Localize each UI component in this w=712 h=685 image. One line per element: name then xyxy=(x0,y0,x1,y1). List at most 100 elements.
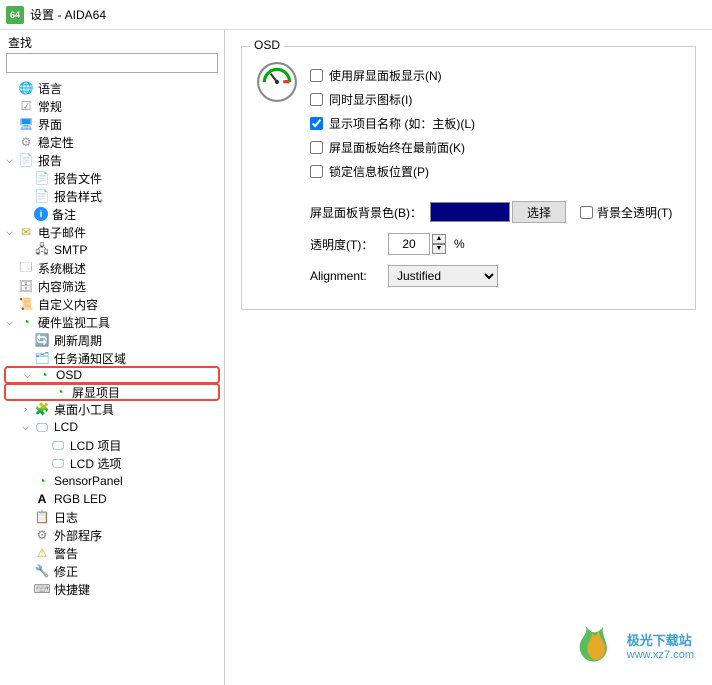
opacity-down[interactable]: ▼ xyxy=(432,244,446,254)
search-input[interactable] xyxy=(6,53,218,73)
tree-item-稳定性[interactable]: ⚙稳定性 xyxy=(4,133,220,151)
server-icon: 🗄 xyxy=(18,278,34,294)
no-expander xyxy=(4,101,15,112)
tree-item-label: RGB LED xyxy=(54,492,220,506)
monitor-icon: 🖥 xyxy=(18,116,34,132)
app-icon: 64 xyxy=(6,6,24,24)
opacity-spinner[interactable]: ▲ ▼ xyxy=(432,234,446,254)
expand-icon[interactable]: › xyxy=(20,404,31,415)
tree-item-修正[interactable]: 🔧修正 xyxy=(4,562,220,580)
tree-item-lcd-选项[interactable]: 🖵LCD 选项 xyxy=(4,454,220,472)
collapse-icon[interactable]: ⌵ xyxy=(20,422,31,433)
tree-item-osd[interactable]: ⌵◔OSD xyxy=(4,366,220,384)
fix-icon: 🔧 xyxy=(34,563,50,579)
tree-item-label: LCD 选项 xyxy=(70,455,220,472)
tree-item-label: 桌面小工具 xyxy=(54,401,220,418)
tree-item-屏显项目[interactable]: ◔屏显项目 xyxy=(4,383,220,401)
opacity-input[interactable] xyxy=(388,233,430,255)
transparent-check-label[interactable]: 背景全透明(T) xyxy=(580,204,672,221)
settings-tree[interactable]: 🌐语言☑常规🖥界面⚙稳定性⌵📄报告📄报告文件📄报告样式i备注⌵✉电子邮件🖧SMT… xyxy=(0,77,224,685)
collapse-icon[interactable]: ⌵ xyxy=(22,370,33,381)
collapse-icon[interactable]: ⌵ xyxy=(4,317,15,328)
panel-icon: ◔ xyxy=(34,473,50,489)
info-icon: i xyxy=(34,207,48,221)
ext-icon: ⚙ xyxy=(34,527,50,543)
tree-item-label: 内容筛选 xyxy=(38,278,220,295)
tree-item-label: 警告 xyxy=(54,545,220,562)
tree-item-自定义内容[interactable]: 📜自定义内容 xyxy=(4,295,220,313)
tree-item-系统概述[interactable]: 🗔系统概述 xyxy=(4,259,220,277)
collapse-icon[interactable]: ⌵ xyxy=(4,155,15,166)
tree-item-界面[interactable]: 🖥界面 xyxy=(4,115,220,133)
no-expander xyxy=(20,584,31,595)
titlebar: 64 设置 - AIDA64 xyxy=(0,0,712,30)
tree-item-lcd-项目[interactable]: 🖵LCD 项目 xyxy=(4,436,220,454)
no-expander xyxy=(20,512,31,523)
tree-item-任务通知区域[interactable]: 🗂任务通知区域 xyxy=(4,349,220,367)
tree-item-label: LCD 项目 xyxy=(70,437,220,454)
lcd-icon: 🖵 xyxy=(50,455,66,471)
osd-checkbox[interactable] xyxy=(310,165,323,178)
tree-item-label: 任务通知区域 xyxy=(54,350,220,367)
tree-item-rgb-led[interactable]: ARGB LED xyxy=(4,490,220,508)
tree-item-备注[interactable]: i 备注 xyxy=(4,205,220,223)
no-expander xyxy=(4,137,15,148)
opacity-up[interactable]: ▲ xyxy=(432,234,446,244)
tree-item-日志[interactable]: 📋日志 xyxy=(4,508,220,526)
osd-check-label: 屏显面板始终在最前面(K) xyxy=(329,139,465,156)
tree-item-label: 硬件监视工具 xyxy=(38,314,220,331)
tree-item-label: 电子邮件 xyxy=(38,224,220,241)
osd-check-row[interactable]: 同时显示图标(I) xyxy=(310,91,683,108)
left-panel: 查找 🌐语言☑常规🖥界面⚙稳定性⌵📄报告📄报告文件📄报告样式i备注⌵✉电子邮件🖧… xyxy=(0,30,225,685)
tree-item-报告[interactable]: ⌵📄报告 xyxy=(4,151,220,169)
task-icon: 🗂 xyxy=(34,350,50,366)
alignment-select[interactable]: Justified xyxy=(388,265,498,287)
tree-item-警告[interactable]: ⚠警告 xyxy=(4,544,220,562)
osd-check-row[interactable]: 显示项目名称 (如：主板)(L) xyxy=(310,115,683,132)
tree-item-label: 快捷键 xyxy=(54,581,220,598)
no-expander xyxy=(20,173,31,184)
tree-item-sensorpanel[interactable]: ◔SensorPanel xyxy=(4,472,220,490)
window-title: 设置 - AIDA64 xyxy=(30,6,106,23)
transparent-checkbox[interactable] xyxy=(580,206,593,219)
tree-item-刷新周期[interactable]: 🔄刷新周期 xyxy=(4,331,220,349)
opacity-label: 透明度(T)： xyxy=(310,236,388,253)
tree-item-快捷键[interactable]: ⌨快捷键 xyxy=(4,580,220,598)
tree-item-label: 自定义内容 xyxy=(38,296,220,313)
osd-checkbox[interactable] xyxy=(310,93,323,106)
osd-check-row[interactable]: 锁定信息板位置(P) xyxy=(310,163,683,180)
tree-item-常规[interactable]: ☑常规 xyxy=(4,97,220,115)
alignment-label: Alignment: xyxy=(310,269,388,283)
osd-check-row[interactable]: 使用屏显面板显示(N) xyxy=(310,67,683,84)
tree-item-语言[interactable]: 🌐语言 xyxy=(4,79,220,97)
choose-color-button[interactable]: 选择 xyxy=(512,201,566,223)
collapse-icon[interactable]: ⌵ xyxy=(4,227,15,238)
tree-item-label: 备注 xyxy=(52,206,220,223)
osd-check-row[interactable]: 屏显面板始终在最前面(K) xyxy=(310,139,683,156)
tree-item-内容筛选[interactable]: 🗄内容筛选 xyxy=(4,277,220,295)
tree-item-硬件监视工具[interactable]: ⌵◔硬件监视工具 xyxy=(4,313,220,331)
scroll-icon: 📜 xyxy=(18,296,34,312)
osd-group: OSD 使用屏显面板显示(N)同时显示图标(I)显示项目名称 (如：主板)(L)… xyxy=(241,46,696,310)
osd-checkbox[interactable] xyxy=(310,141,323,154)
tree-item-label: 刷新周期 xyxy=(54,332,220,349)
osd-checkbox[interactable] xyxy=(310,69,323,82)
tree-item-桌面小工具[interactable]: ›🧩桌面小工具 xyxy=(4,400,220,418)
osd-group-title: OSD xyxy=(250,38,284,52)
tree-item-报告文件[interactable]: 📄报告文件 xyxy=(4,169,220,187)
bg-color-swatch[interactable] xyxy=(430,202,510,222)
tree-item-label: 报告样式 xyxy=(54,188,220,205)
warn-icon: ⚠ xyxy=(34,545,50,561)
tree-item-smtp[interactable]: 🖧SMTP xyxy=(4,241,220,259)
tree-item-电子邮件[interactable]: ⌵✉电子邮件 xyxy=(4,223,220,241)
doc-icon: 📄 xyxy=(18,152,34,168)
tree-item-外部程序[interactable]: ⚙外部程序 xyxy=(4,526,220,544)
no-expander xyxy=(20,245,31,256)
tree-item-lcd[interactable]: ⌵🖵LCD xyxy=(4,418,220,436)
content-area: 查找 🌐语言☑常规🖥界面⚙稳定性⌵📄报告📄报告文件📄报告样式i备注⌵✉电子邮件🖧… xyxy=(0,30,712,685)
footer-brand: 极光下载站 xyxy=(627,630,694,649)
tree-item-报告样式[interactable]: 📄报告样式 xyxy=(4,187,220,205)
tree-item-label: 常规 xyxy=(38,98,220,115)
osd-checkbox[interactable] xyxy=(310,117,323,130)
right-panel: OSD 使用屏显面板显示(N) 同时显示图标(I) 显示项目名称 (如：主板)(L)… xyxy=(225,30,712,685)
